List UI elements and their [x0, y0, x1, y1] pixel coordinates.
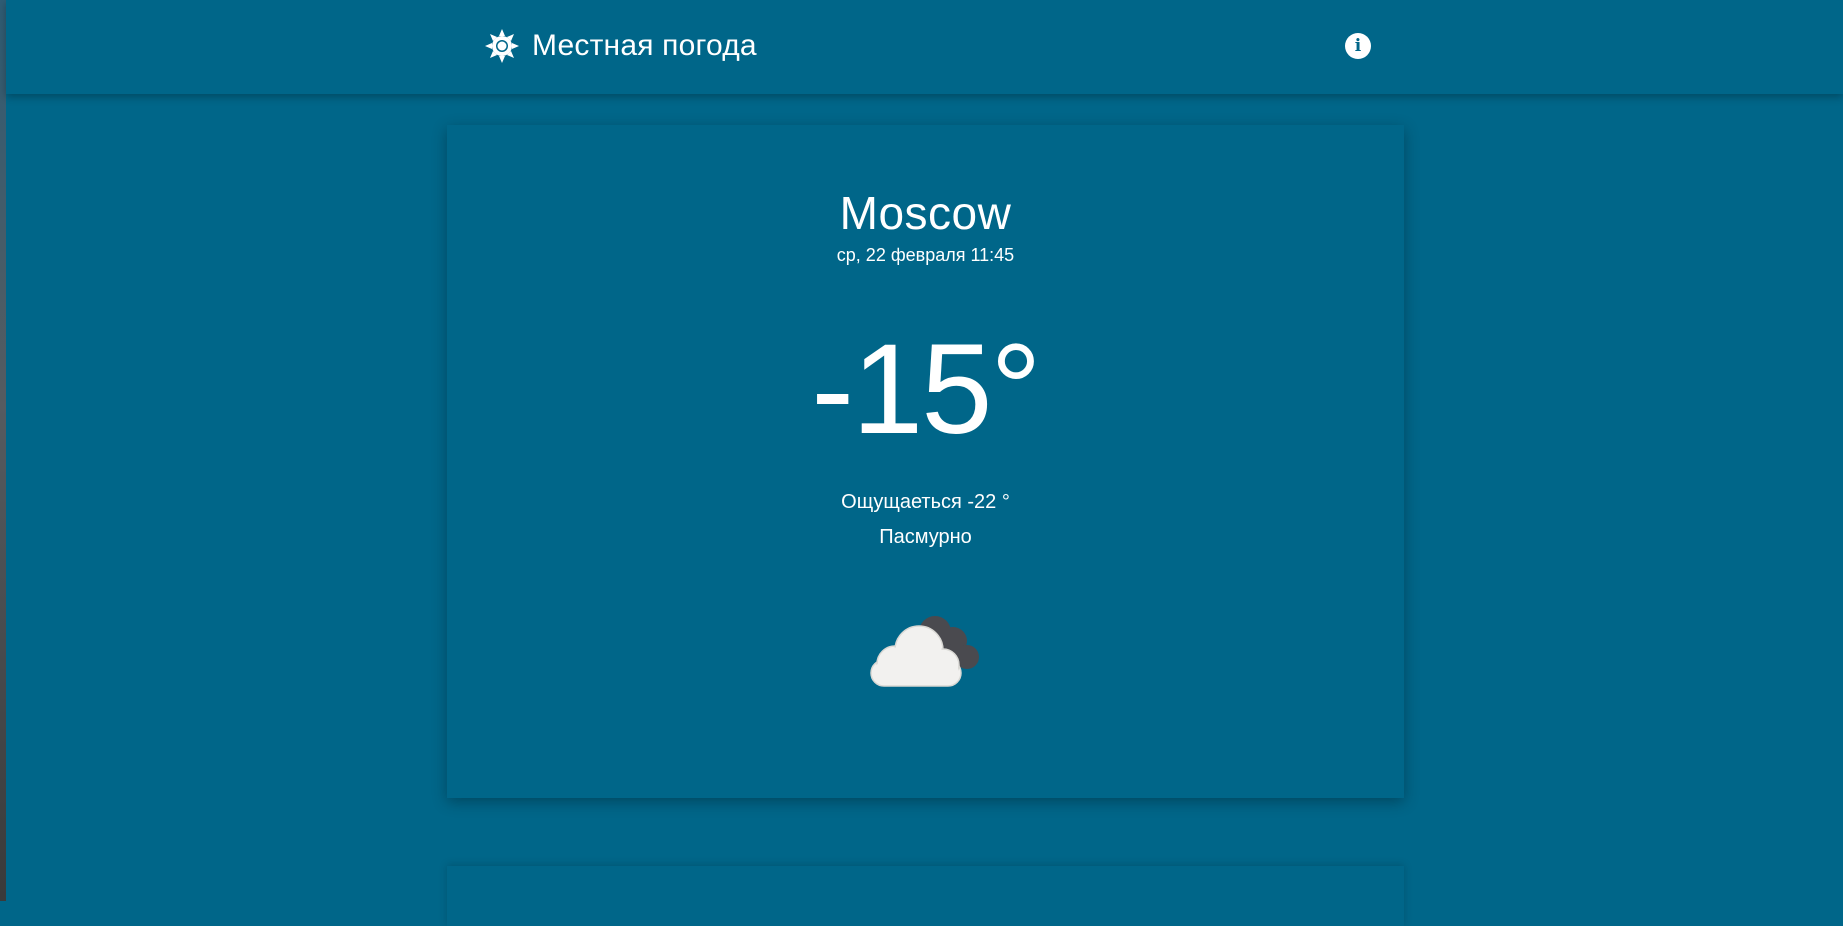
app-bar: Местная погода i	[6, 0, 1843, 94]
forecast-card	[447, 866, 1404, 926]
current-temperature: -15°	[811, 318, 1041, 461]
info-button[interactable]: i	[1345, 33, 1371, 59]
date-time: ср, 22 февраля 11:45	[836, 245, 1015, 265]
city-name: Moscow	[839, 187, 1012, 239]
app-title: Местная погода	[532, 29, 757, 62]
feels-like-temperature: Ощущаеться -22 °	[841, 491, 1010, 513]
weather-condition: Пасмурно	[879, 526, 972, 548]
brand[interactable]: Местная погода	[484, 25, 757, 67]
weather-card: Moscow ср, 22 февраля 11:45 -15° Ощущает…	[447, 125, 1404, 798]
info-icon: i	[1354, 35, 1362, 56]
overcast-clouds-icon	[857, 600, 997, 700]
window-left-edge	[0, 0, 6, 901]
sun-icon	[484, 28, 520, 64]
